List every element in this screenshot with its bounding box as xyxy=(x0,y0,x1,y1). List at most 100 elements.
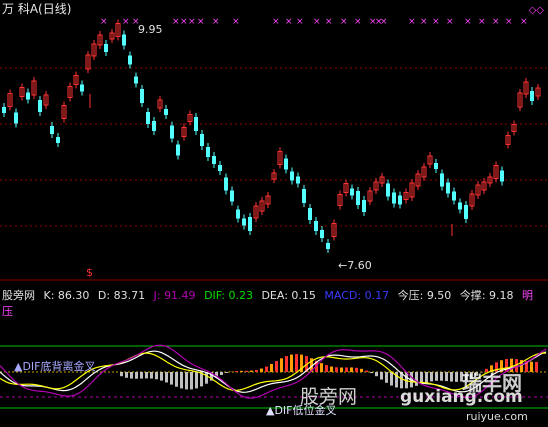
signal-x: × xyxy=(505,17,513,27)
macd-bar xyxy=(510,358,513,372)
candle-body xyxy=(176,144,180,156)
macd-bar xyxy=(245,370,248,372)
macd-bar xyxy=(255,369,258,372)
candle-body xyxy=(104,44,108,52)
candle-body xyxy=(362,200,366,212)
macd-bar xyxy=(250,370,253,372)
macd-bar xyxy=(235,371,238,372)
macd-bar xyxy=(415,372,418,386)
macd-bar xyxy=(535,362,538,372)
candle-body xyxy=(464,205,468,219)
dollar-marker: $ xyxy=(86,266,93,279)
high-price-label: 9.95 xyxy=(138,23,163,36)
macd-bar xyxy=(450,372,453,382)
candle-body xyxy=(2,107,6,113)
macd-bar xyxy=(285,356,288,372)
signal-x: × xyxy=(432,17,440,27)
candle-body xyxy=(14,112,18,124)
candle-body xyxy=(128,55,132,65)
macd-bar xyxy=(325,365,328,372)
candle-body xyxy=(296,176,300,184)
signal-x: × xyxy=(172,17,180,27)
candle-body xyxy=(230,190,234,202)
macd-bar xyxy=(190,372,193,390)
macd-bar xyxy=(175,372,178,387)
macd-bar xyxy=(290,354,293,372)
signal-x: × xyxy=(212,17,220,27)
candle-body xyxy=(38,100,42,112)
macd-bar xyxy=(195,372,198,389)
candle-body xyxy=(284,158,288,170)
ind-dif: DIF: 0.23 xyxy=(204,289,253,302)
macd-bar xyxy=(240,370,243,372)
candle-body xyxy=(452,191,456,201)
signal-x: × xyxy=(340,17,348,27)
macd-bar xyxy=(440,372,443,381)
macd-bar xyxy=(270,363,273,372)
macd-bar xyxy=(135,372,138,379)
candle-body xyxy=(152,121,156,131)
indicator-bar: 股旁网 K: 86.30 D: 83.71 J: 91.49 DIF: 0.23… xyxy=(2,287,548,319)
macd-bar xyxy=(330,366,333,372)
ind-k: K: 86.30 xyxy=(43,289,90,302)
signal-x: × xyxy=(285,17,293,27)
candle-body xyxy=(200,134,204,146)
macd-bar xyxy=(150,372,153,379)
macd-bar xyxy=(375,372,378,377)
signal-x: × xyxy=(520,17,528,27)
ind-d: D: 83.71 xyxy=(97,289,146,302)
macd-bar xyxy=(320,363,323,372)
macd-bar xyxy=(350,367,353,372)
macd-bar xyxy=(170,372,173,385)
macd-bar xyxy=(295,354,298,372)
macd-bar xyxy=(430,372,433,382)
macd-bar xyxy=(530,361,533,372)
macd-bar xyxy=(265,366,268,372)
signal-x: × xyxy=(492,17,500,27)
candle-body xyxy=(392,192,396,204)
candle-body xyxy=(320,230,324,238)
signal-x: × xyxy=(188,17,196,27)
watermark-1: 股旁网 xyxy=(300,386,358,408)
macd-bar xyxy=(365,370,368,372)
signal-x: × xyxy=(408,17,416,27)
macd-bar xyxy=(125,372,128,378)
candle-body xyxy=(434,163,438,169)
candle-body xyxy=(446,182,450,194)
macd-bar xyxy=(280,358,283,372)
signal-x: × xyxy=(122,17,130,27)
macd-bar xyxy=(445,372,448,382)
macd-bar xyxy=(160,372,163,381)
candle-body xyxy=(218,165,222,171)
signal-x: × xyxy=(313,17,321,27)
signal-x: × xyxy=(197,17,205,27)
signal-x: × xyxy=(354,17,362,27)
candle-body xyxy=(248,217,252,231)
macd-bar xyxy=(425,372,428,383)
macd-bar xyxy=(340,367,343,372)
signal-x: × xyxy=(420,17,428,27)
signal-x: × xyxy=(478,17,486,27)
candle-body xyxy=(242,218,246,226)
macd-bar xyxy=(455,372,458,382)
indicator-name: 股旁网 xyxy=(2,289,35,302)
candle-body xyxy=(350,188,354,196)
macd-bar xyxy=(355,367,358,372)
diamond-markers: ◇◇ xyxy=(528,5,544,16)
macd-bar xyxy=(220,372,223,375)
macd-bar xyxy=(165,372,168,383)
candle-body xyxy=(26,92,30,100)
signal-x: × xyxy=(272,17,280,27)
candle-body xyxy=(56,137,60,143)
signal-x: × xyxy=(446,17,454,27)
ind-support: 今撑: 9.18 xyxy=(459,289,514,302)
candle-body xyxy=(170,125,174,139)
signal-x: × xyxy=(464,17,472,27)
macd-bar xyxy=(260,368,263,372)
candle-body xyxy=(146,112,150,124)
candle-body xyxy=(194,117,198,131)
signal-x: × xyxy=(100,17,108,27)
macd-bar xyxy=(370,372,373,374)
watermark-4: ruiyue.com xyxy=(466,410,528,423)
signal-x: × xyxy=(380,17,388,27)
